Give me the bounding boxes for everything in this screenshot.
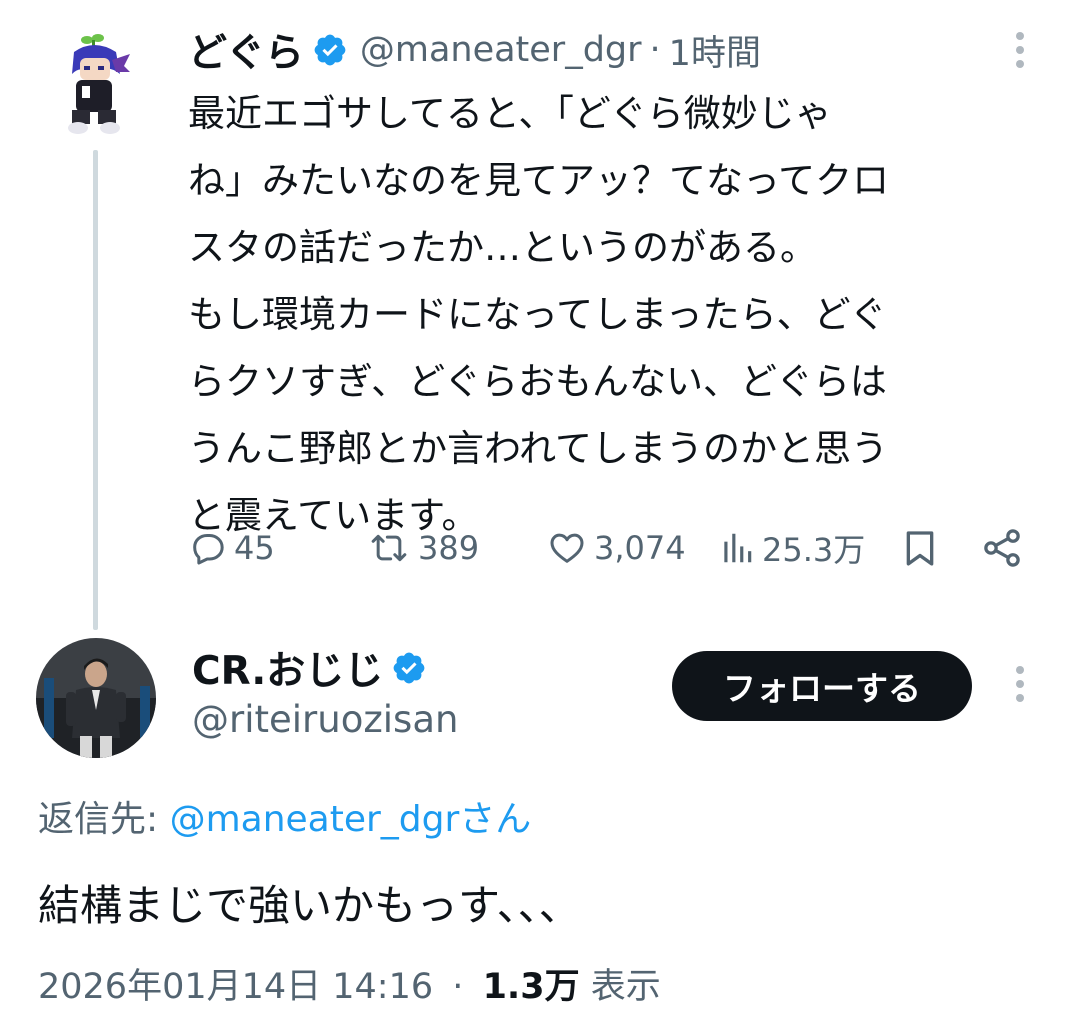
parent-avatar[interactable] (62, 30, 132, 138)
header-separator: · (649, 30, 661, 70)
share-icon (984, 529, 1020, 567)
retweet-icon (371, 534, 407, 562)
reply-count: 45 (234, 529, 275, 567)
parent-display-name[interactable]: どぐら (188, 22, 304, 78)
reply-tweet-text: 結構まじで強いかもっす、、、 (38, 881, 581, 930)
parent-handle[interactable]: @maneater_dgr (360, 30, 642, 70)
more-vertical-icon (1016, 666, 1024, 702)
more-options-button[interactable] (1005, 660, 1035, 708)
reply-display-name[interactable]: CR.おじじ (192, 640, 383, 696)
replying-to-label: 返信先: (38, 799, 170, 840)
reply-button[interactable]: 45 (188, 520, 275, 576)
view-label: 表示 (590, 967, 661, 1007)
parent-tweet-text: 最近エゴサしてると、「どぐら微妙じゃ ね」みたいなのを見てアッ？てなってクロ ス… (188, 92, 890, 537)
more-options-button[interactable] (1005, 26, 1035, 74)
view-count: 1.3万 (482, 967, 580, 1007)
views-count: 25.3万 (762, 531, 866, 569)
bar-chart-icon (724, 533, 752, 563)
tweet-datetime[interactable]: 2026年01月14日 14:16 (38, 967, 433, 1007)
reply-name-row: CR.おじじ (192, 640, 439, 696)
meta-separator: · (452, 967, 464, 1007)
reply-handle[interactable]: @riteiruozisan (192, 698, 458, 741)
retweet-button[interactable]: 389 (366, 520, 479, 576)
action-bar: 45 389 3,074 25.3万 (188, 520, 1028, 576)
views-button[interactable]: 25.3万 (718, 520, 865, 576)
retweet-count: 389 (418, 529, 480, 567)
share-button[interactable] (980, 520, 1024, 576)
tweet-meta: 2026年01月14日 14:16 · 1.3万 表示 (38, 958, 661, 1009)
thread-connector-line (93, 150, 98, 630)
verified-badge-icon (391, 650, 427, 686)
like-button[interactable]: 3,074 (546, 520, 686, 576)
bookmark-icon (906, 531, 934, 566)
follow-button[interactable]: フォローする (672, 651, 972, 721)
reply-bubble-icon (193, 534, 224, 565)
bookmark-button[interactable] (900, 520, 940, 576)
more-vertical-icon (1016, 32, 1024, 68)
pixel-character-avatar-icon (68, 34, 130, 134)
replying-to-mention-link[interactable]: @maneater_dgrさん (170, 799, 532, 840)
parent-header: どぐら @maneater_dgr · 1時間 (188, 22, 761, 78)
replying-to-line: 返信先: @maneater_dgrさん (38, 790, 531, 842)
heart-icon (550, 533, 584, 563)
person-photo-avatar-icon (36, 638, 156, 758)
parent-timestamp[interactable]: 1時間 (669, 25, 761, 76)
reply-avatar[interactable] (36, 638, 156, 758)
verified-badge-icon (312, 32, 348, 68)
like-count: 3,074 (594, 529, 686, 567)
